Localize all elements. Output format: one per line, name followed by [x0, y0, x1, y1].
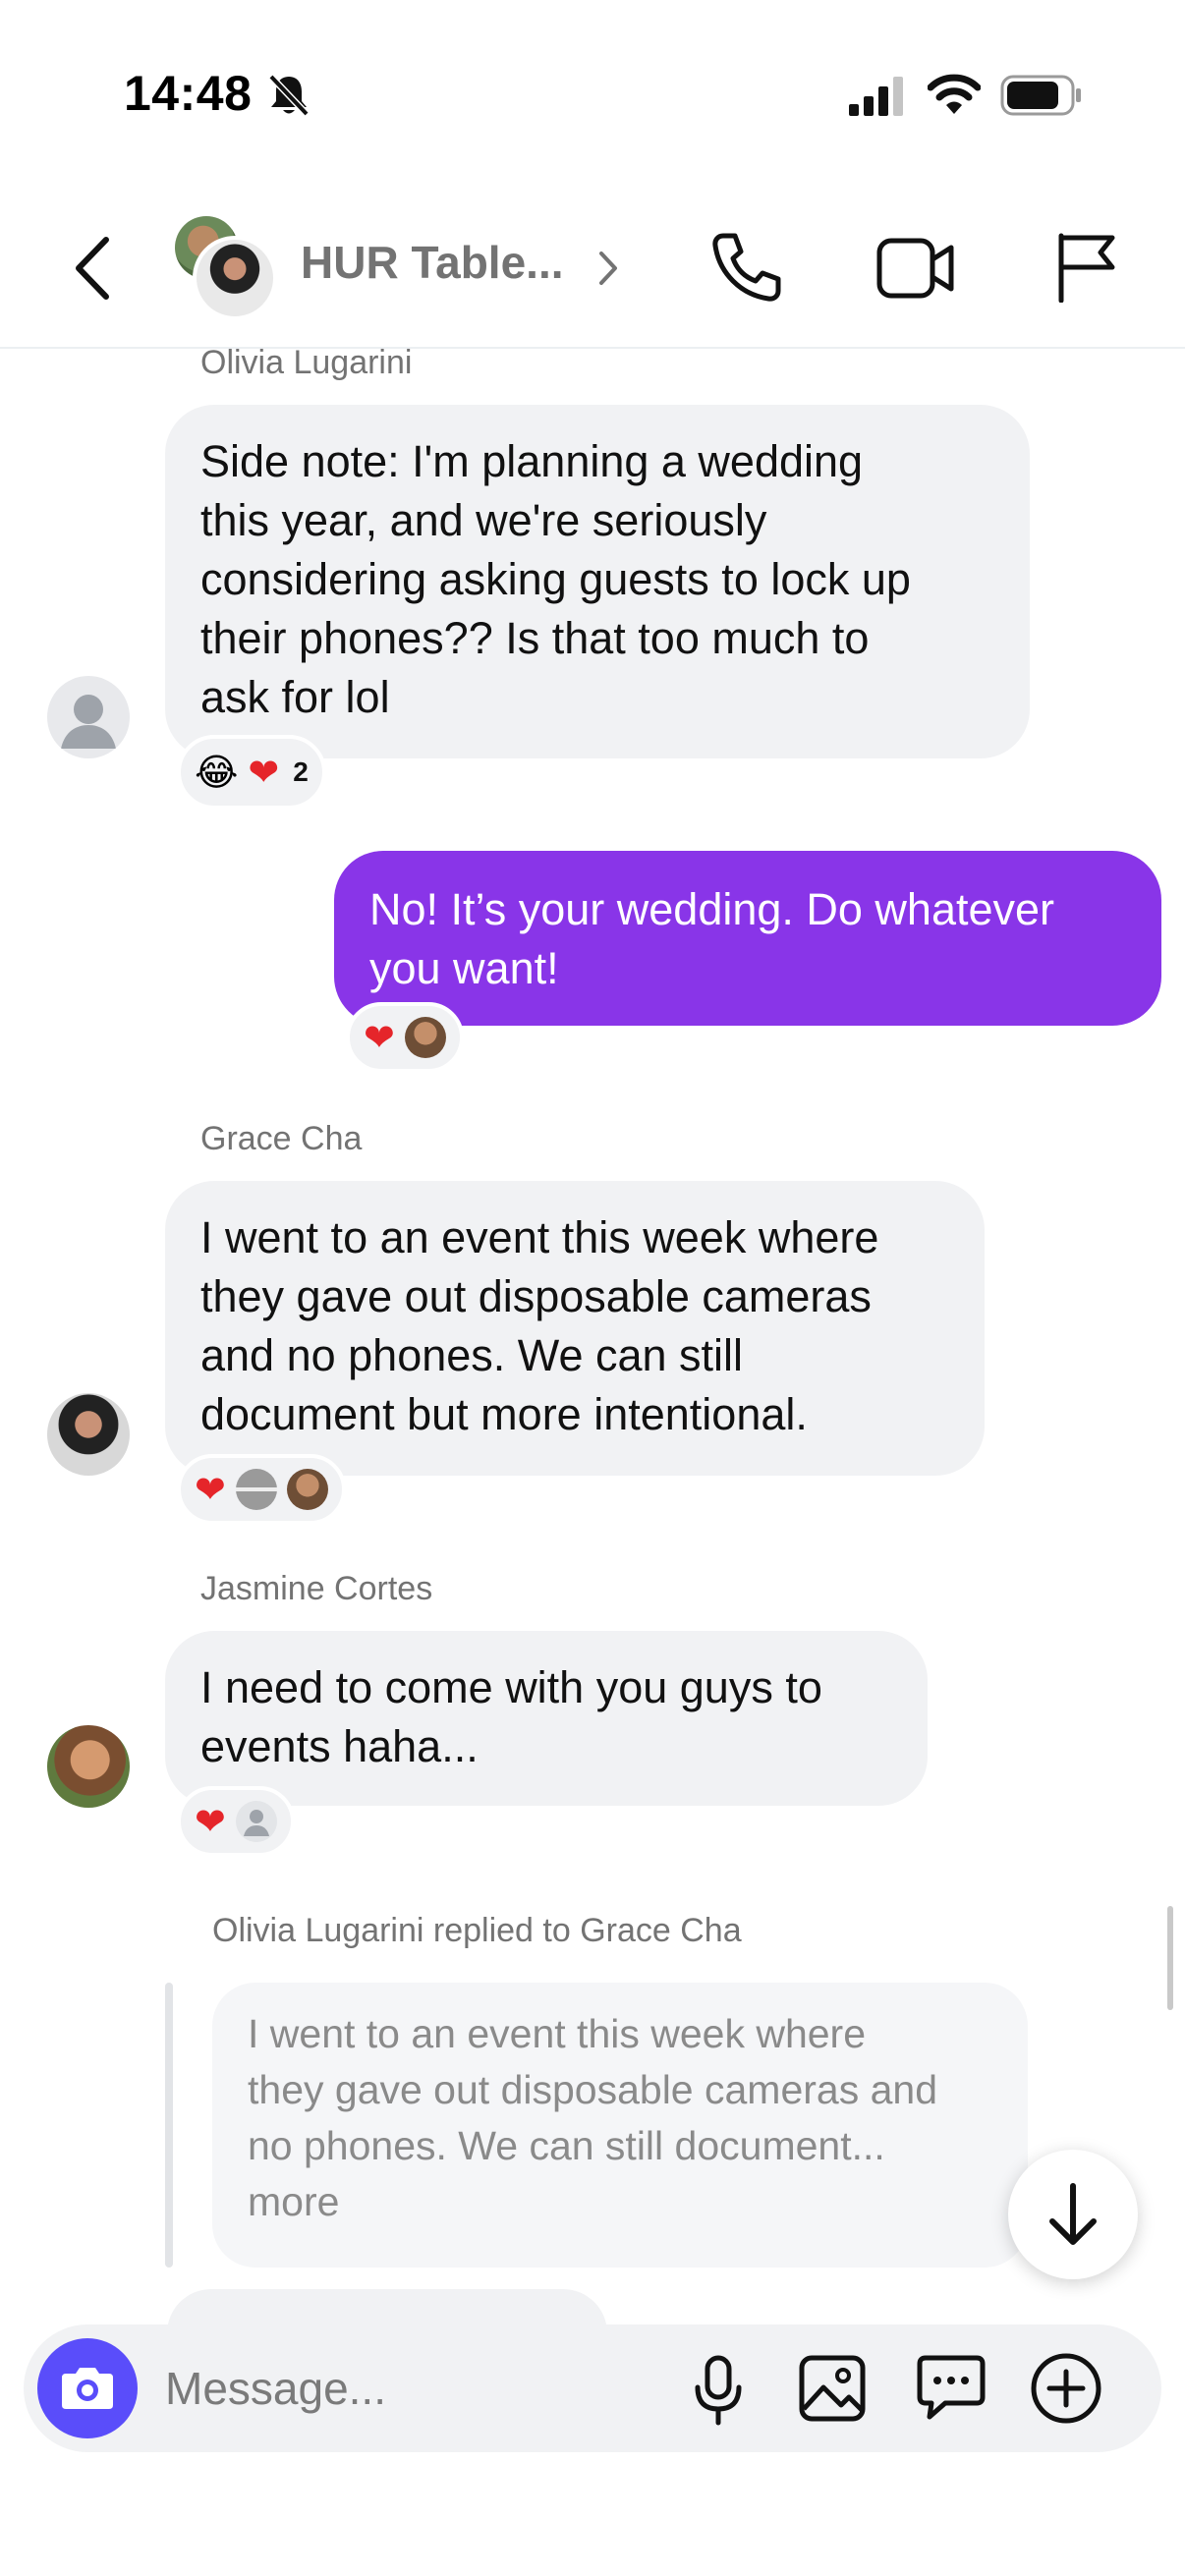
default-user-icon: [61, 695, 116, 749]
message-line: No! It’s your wedding. Do whatever: [369, 884, 1055, 934]
quote-line: no phones. We can still document...: [248, 2123, 885, 2168]
outgoing-message-bubble[interactable]: No! It’s your wedding. Do whatever you w…: [334, 851, 1161, 1026]
message-line: and no phones. We can still: [200, 1330, 744, 1380]
heart-emoji-icon: ❤: [195, 1468, 226, 1511]
message-line: I went to an event this week where: [200, 1212, 879, 1262]
avatar: [193, 236, 277, 320]
reaction-pill[interactable]: ❤: [177, 1786, 295, 1857]
message-bubble[interactable]: I need to come with you guys to events h…: [165, 1631, 928, 1806]
quoted-message[interactable]: I went to an event this week where they …: [212, 1983, 1028, 2268]
scrollbar[interactable]: [1167, 1906, 1173, 2010]
sender-name: Jasmine Cortes: [200, 1570, 433, 1607]
message-line: Side note: I'm planning a wedding: [200, 436, 864, 486]
battery-icon: [1000, 75, 1081, 116]
avatar: [235, 1801, 277, 1842]
flag-icon[interactable]: [1055, 232, 1116, 303]
status-time: 14:48: [124, 66, 253, 121]
message-line: you want!: [369, 943, 559, 993]
reply-quote-bar: [165, 1983, 173, 2268]
chat-bubble-icon[interactable]: [916, 2352, 987, 2423]
message-line: they gave out disposable cameras: [200, 1271, 872, 1321]
scroll-to-bottom-button[interactable]: [1008, 2150, 1138, 2279]
reaction-pill[interactable]: ❤: [346, 1002, 464, 1073]
reaction-pill[interactable]: ❤: [177, 1454, 346, 1525]
video-camera-icon[interactable]: [876, 238, 955, 299]
avatar: [404, 1017, 446, 1058]
avatar[interactable]: [47, 1393, 130, 1476]
signal-icon: [849, 77, 903, 116]
message-line: document but more intentional.: [200, 1389, 808, 1439]
wifi-icon: [928, 74, 981, 114]
composer-bar: Message...: [24, 2324, 1161, 2452]
reaction-pill[interactable]: 😂 ❤ 2: [177, 735, 326, 810]
avatar[interactable]: [47, 676, 130, 758]
plus-circle-icon[interactable]: [1030, 2352, 1102, 2425]
avatar: [286, 1469, 328, 1510]
heart-emoji-icon: ❤: [195, 1800, 226, 1843]
laughing-emoji-icon: 😂: [195, 751, 239, 794]
sender-name: Olivia Lugarini: [200, 344, 413, 381]
avatar: [235, 1469, 277, 1510]
group-avatar[interactable]: [175, 216, 277, 320]
message-line: considering asking guests to lock up: [200, 554, 911, 604]
message-line: ask for lol: [200, 672, 390, 722]
message-bubble[interactable]: I went to an event this week where they …: [165, 1181, 985, 1476]
reaction-count: 2: [293, 756, 309, 787]
sender-name: Grace Cha: [200, 1120, 363, 1157]
camera-icon: [62, 2368, 113, 2409]
image-icon[interactable]: [798, 2354, 867, 2423]
arrow-down-icon: [1049, 2183, 1097, 2245]
message-line: I need to come with you guys to: [200, 1662, 822, 1712]
phone-icon[interactable]: [709, 230, 784, 305]
message-line: their phones?? Is that too much to: [200, 613, 870, 663]
quote-line: they gave out disposable cameras and: [248, 2067, 938, 2112]
microphone-icon[interactable]: [692, 2354, 745, 2427]
header-divider: [0, 347, 1185, 349]
reply-caption: Olivia Lugarini replied to Grace Cha: [212, 1912, 742, 1949]
chat-title[interactable]: HUR Table...: [301, 236, 564, 289]
status-bar: 14:48: [0, 0, 1185, 187]
message-line: events haha...: [200, 1721, 479, 1771]
message-bubble[interactable]: Side note: I'm planning a wedding this y…: [165, 405, 1030, 758]
default-user-icon: [243, 1810, 269, 1836]
bell-slash-icon: [268, 74, 310, 117]
message-input[interactable]: Message...: [165, 2362, 386, 2415]
camera-button[interactable]: [37, 2338, 138, 2438]
chat-header: HUR Table...: [0, 187, 1185, 349]
heart-emoji-icon: ❤: [248, 751, 280, 794]
message-line: this year, and we're seriously: [200, 495, 767, 545]
chevron-right-icon[interactable]: [597, 250, 619, 287]
heart-emoji-icon: ❤: [364, 1016, 395, 1059]
quote-line: more: [248, 2179, 340, 2224]
back-chevron-icon[interactable]: [71, 234, 114, 303]
avatar[interactable]: [47, 1725, 130, 1808]
quote-line: I went to an event this week where: [248, 2011, 867, 2056]
